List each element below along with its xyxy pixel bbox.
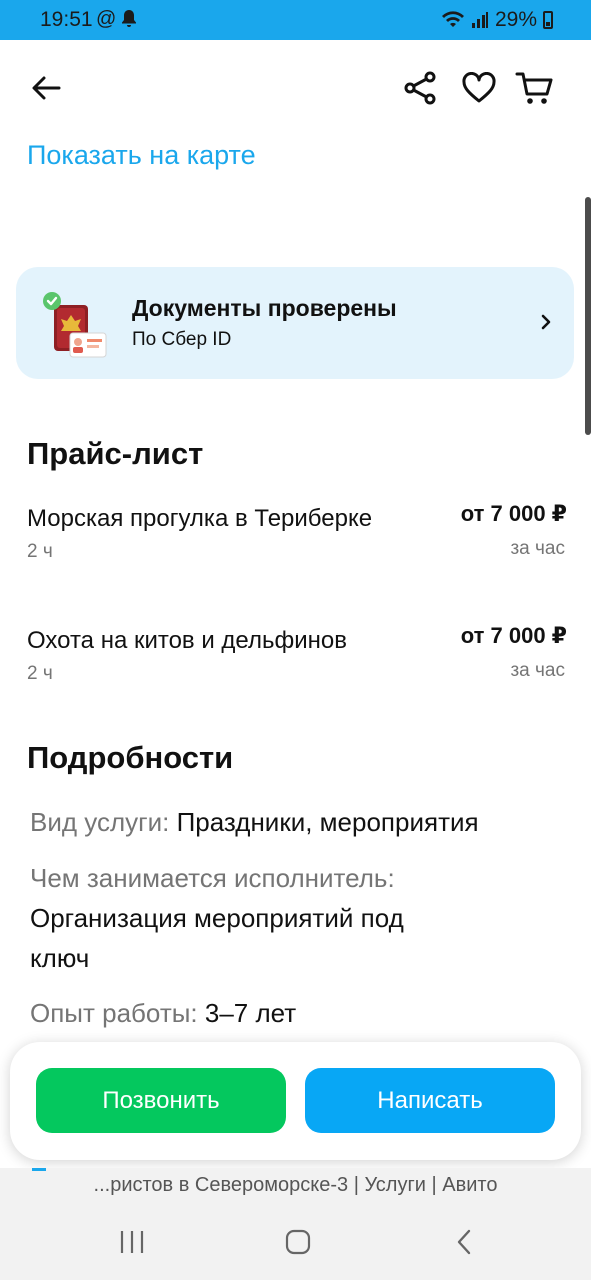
call-button[interactable]: Позвонить xyxy=(36,1068,286,1133)
contact-actions-bar: Позвонить Написать xyxy=(10,1042,581,1160)
detail-experience: Опыт работы: 3–7 лет xyxy=(30,993,560,1033)
documents-verified-subtitle: По Сбер ID xyxy=(132,329,232,350)
home-button[interactable] xyxy=(278,1224,318,1260)
service-name: Морская прогулка в Териберке xyxy=(27,505,373,532)
status-bar: 19:51 @ 29% xyxy=(0,0,591,40)
home-icon xyxy=(285,1229,311,1255)
service-price-unit: за час xyxy=(510,660,565,681)
detail-value: Организация мероприятий под ключ xyxy=(30,903,404,973)
top-bar xyxy=(0,40,591,135)
price-list-title: Прайс-лист xyxy=(27,436,204,471)
battery-percent: 29% xyxy=(494,8,537,31)
price-list-item[interactable]: Охота на китов и дельфинов 2 ч от 7 000 … xyxy=(27,623,567,685)
page-progress-indicator xyxy=(32,1168,46,1171)
wifi-icon xyxy=(441,11,464,27)
bell-icon xyxy=(122,10,137,27)
battery-icon xyxy=(543,11,553,29)
scrollbar[interactable] xyxy=(585,197,591,435)
detail-key: Чем занимается исполнитель: xyxy=(30,863,395,893)
status-notification-icons: @ xyxy=(96,8,138,31)
share-icon xyxy=(404,71,436,105)
show-on-map-link[interactable]: Показать на карте xyxy=(27,136,277,174)
service-price: от 7 000 ₽ xyxy=(460,623,567,648)
detail-key: Вид услуги: xyxy=(30,807,170,837)
heart-icon xyxy=(462,72,496,103)
chevron-right-icon xyxy=(541,314,551,330)
browser-bar: ...ристов в Североморске-3 | Услуги | Ав… xyxy=(0,1168,591,1280)
share-button[interactable] xyxy=(400,68,440,108)
detail-value: Праздники, мероприятия xyxy=(176,807,479,837)
chevron-left-icon xyxy=(457,1229,471,1255)
service-duration: 2 ч xyxy=(27,541,53,562)
service-duration: 2 ч xyxy=(27,663,53,684)
write-button[interactable]: Написать xyxy=(305,1068,555,1133)
at-sign-icon: @ xyxy=(96,8,117,30)
recent-apps-button[interactable] xyxy=(112,1224,152,1260)
recent-apps-icon xyxy=(120,1231,144,1253)
cart-icon xyxy=(515,72,553,104)
detail-performer-activity: Чем занимается исполнитель: Организация … xyxy=(30,858,450,978)
back-button[interactable] xyxy=(26,68,66,108)
arrow-left-icon xyxy=(32,76,61,100)
service-name: Охота на китов и дельфинов xyxy=(27,627,347,654)
page-url-title[interactable]: ...ристов в Североморске-3 | Услуги | Ав… xyxy=(0,1174,591,1197)
price-list-item[interactable]: Морская прогулка в Териберке 2 ч от 7 00… xyxy=(27,501,567,563)
verified-passport-icon xyxy=(43,292,107,358)
service-price: от 7 000 ₽ xyxy=(460,501,567,526)
details-title: Подробности xyxy=(27,740,234,775)
detail-service-type: Вид услуги: Праздники, мероприятия xyxy=(30,802,560,842)
documents-verified-title: Документы проверены xyxy=(132,295,397,321)
nav-back-button[interactable] xyxy=(444,1224,484,1260)
service-price-unit: за час xyxy=(510,538,565,559)
signal-icon xyxy=(471,12,488,28)
status-time: 19:51 xyxy=(40,8,93,31)
favorite-button[interactable] xyxy=(459,68,499,108)
cart-button[interactable] xyxy=(514,68,554,108)
documents-verified-card[interactable]: Документы проверены По Сбер ID xyxy=(16,267,574,379)
detail-value: 3–7 лет xyxy=(204,998,297,1028)
detail-key: Опыт работы: xyxy=(30,998,198,1028)
